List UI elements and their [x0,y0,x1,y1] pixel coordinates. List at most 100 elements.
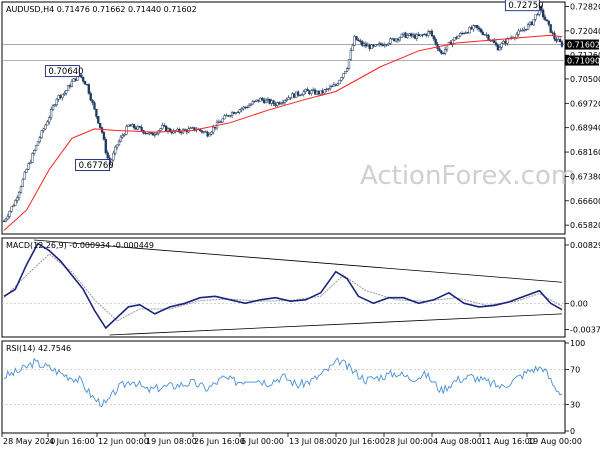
candle-body [131,124,134,127]
candle-body [27,163,30,170]
macd-axis: 0.008296 0.00 -0.003725 [565,241,600,335]
candle-body [342,73,345,78]
rsi-tick-label: 0 [570,427,575,436]
candle-body [278,102,281,105]
candle-body [270,100,273,104]
candle-body [236,111,239,114]
candle-body [89,93,92,101]
candle-body [49,109,53,118]
candle-body [323,89,326,94]
candle-body [72,78,75,82]
candle-body [402,32,405,35]
candle-body [19,186,23,193]
price-tick-label: 0.69720 [570,99,600,108]
candle-body [336,83,339,86]
candle-body [549,24,552,33]
candle-body [398,37,402,41]
candle-body [8,211,11,217]
candle-body [345,68,349,72]
price-tick-label: 0.65820 [570,221,600,230]
rsi-tick-label: 100 [570,339,585,348]
candle-body [221,118,224,123]
candle-body [410,33,413,37]
candle-body [383,44,386,47]
candle-body [421,34,424,36]
candle-body [204,131,207,133]
candle-body [442,53,445,55]
candle-body [328,86,332,90]
candle-body [325,88,328,91]
candle-body [494,42,498,46]
candle-body [134,127,138,130]
candle-body [472,25,475,30]
candle-body [340,77,343,81]
candle-body [310,90,313,94]
candle-body [255,99,258,102]
candle-body [259,97,262,102]
candle-body [148,132,151,135]
candle-body [385,44,388,46]
candle-body [244,106,247,108]
candle-body [474,25,477,27]
candle-body [251,101,254,105]
candle-body [33,150,36,154]
candle-body [428,30,432,33]
rsi-panel-frame [1,340,566,434]
candle-body [551,32,554,34]
candle-body [59,95,62,99]
candle-body [266,99,270,101]
candle-body [393,38,396,42]
candle-body [14,200,17,206]
candle-body [163,125,166,127]
candle-body [268,99,271,104]
candle-body [65,90,68,94]
candle-body [87,84,90,94]
candle-body [377,43,381,45]
time-tick-label: 12 Jun 00:00 [98,437,149,446]
candle-body [153,134,156,136]
candle-body [85,84,89,86]
candle-body [180,131,183,134]
candle-body [36,141,40,146]
candle-body [306,88,309,92]
candle-body [127,124,130,127]
candle-body [44,124,47,130]
candle-body [523,28,526,31]
candle-body [477,27,481,30]
candle-body [500,43,503,48]
candle-body [487,34,490,41]
candle-body [159,128,162,131]
candle-body [483,34,486,36]
price-tick-label: 0.72820 [570,2,600,11]
candle-body [438,48,441,52]
candle-body [217,121,221,123]
candle-body [479,28,483,33]
candle-body [528,21,532,25]
candle-body [404,32,407,38]
candle-body [57,95,60,100]
candle-body [353,36,356,46]
candle-body [427,31,430,36]
price-tick-label: 0.67380 [570,172,600,181]
time-tick-label: 4 Jun 16:00 [49,437,95,446]
candle-body [121,135,124,138]
candle-body [97,116,100,124]
candle-body [262,99,266,104]
candle-body [525,28,528,31]
candle-body [400,33,403,38]
candle-body [210,131,213,135]
candle-body [368,44,371,49]
candle-body [536,14,539,16]
candle-body [144,132,147,134]
time-tick-label: 26 Jun 16:00 [194,437,245,446]
candle-body [48,117,51,123]
candle-body [319,90,322,95]
candle-body [308,90,311,94]
candle-body [298,94,302,96]
candle-body [138,126,141,128]
candle-body [432,35,435,40]
candle-body [313,89,317,95]
candle-body [455,37,458,39]
candle-body [440,50,443,54]
candle-body [334,84,337,86]
